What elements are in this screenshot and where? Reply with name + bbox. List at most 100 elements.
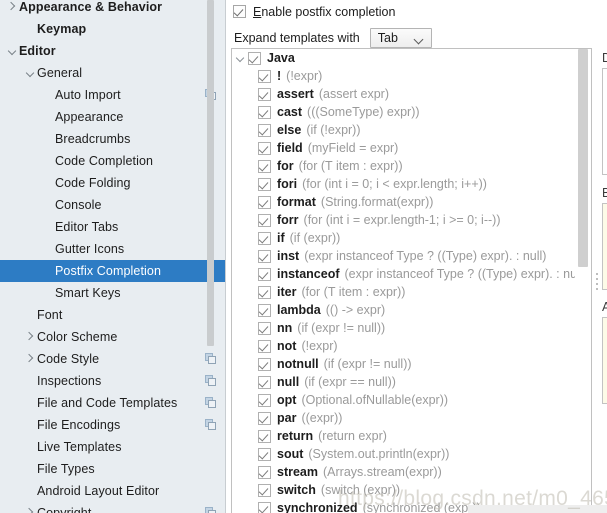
enable-postfix-completion-checkbox[interactable] <box>233 5 246 18</box>
template-row[interactable]: par((expr)) <box>232 409 575 427</box>
sidebar-item-appearance-behavior[interactable]: Appearance & Behavior <box>0 0 226 18</box>
template-checkbox[interactable] <box>258 340 271 353</box>
template-text: synchronized(synchronized (expr)) <box>277 501 481 513</box>
template-row[interactable]: !(!expr) <box>232 67 575 85</box>
template-checkbox[interactable] <box>258 358 271 371</box>
templates-list-scrollbar-thumb[interactable] <box>578 49 588 267</box>
sidebar-item-file-and-code-templates[interactable]: File and Code Templates <box>0 392 226 414</box>
sidebar-item-smart-keys[interactable]: Smart Keys <box>0 282 226 304</box>
chevron-down-icon[interactable] <box>234 49 248 67</box>
template-row[interactable]: format(String.format(expr)) <box>232 193 575 211</box>
sidebar-item-editor-tabs[interactable]: Editor Tabs <box>0 216 226 238</box>
sidebar-item-console[interactable]: Console <box>0 194 226 216</box>
sidebar-item-code-style[interactable]: Code Style <box>0 348 226 370</box>
template-row[interactable]: return(return expr) <box>232 427 575 445</box>
template-checkbox[interactable] <box>258 160 271 173</box>
chevron-down-icon[interactable] <box>24 62 37 84</box>
template-checkbox[interactable] <box>258 412 271 425</box>
settings-category-sidebar[interactable]: Appearance & BehaviorKeymapEditorGeneral… <box>0 0 226 513</box>
template-checkbox[interactable] <box>258 322 271 335</box>
template-row[interactable]: lambda(() -> expr) <box>232 301 575 319</box>
chevron-down-icon[interactable] <box>6 40 19 62</box>
template-checkbox[interactable] <box>258 70 271 83</box>
sidebar-item-color-scheme[interactable]: Color Scheme <box>0 326 226 348</box>
template-row[interactable]: for(for (T item : expr)) <box>232 157 575 175</box>
template-checkbox[interactable] <box>258 106 271 119</box>
splitter-grip[interactable] <box>596 270 599 296</box>
sidebar-item-file-types[interactable]: File Types <box>0 458 226 480</box>
template-row[interactable]: nn(if (expr != null)) <box>232 319 575 337</box>
template-checkbox[interactable] <box>258 250 271 263</box>
sidebar-item-appearance[interactable]: Appearance <box>0 106 226 128</box>
template-checkbox[interactable] <box>258 286 271 299</box>
template-row[interactable]: if(if (expr)) <box>232 229 575 247</box>
sidebar-item-live-templates[interactable]: Live Templates <box>0 436 226 458</box>
template-row[interactable]: instanceof(expr instanceof Type ? ((Type… <box>232 265 575 283</box>
template-checkbox[interactable] <box>258 214 271 227</box>
template-row[interactable]: iter(for (T item : expr)) <box>232 283 575 301</box>
sidebar-scrollbar-thumb[interactable] <box>207 0 214 346</box>
template-row[interactable]: fori(for (int i = 0; i < expr.length; i+… <box>232 175 575 193</box>
template-row[interactable]: notnull(if (expr != null)) <box>232 355 575 373</box>
template-checkbox[interactable] <box>258 88 271 101</box>
sidebar-item-keymap[interactable]: Keymap <box>0 18 226 40</box>
template-checkbox[interactable] <box>258 124 271 137</box>
chevron-right-icon[interactable] <box>24 502 37 513</box>
sidebar-item-font[interactable]: Font <box>0 304 226 326</box>
template-checkbox[interactable] <box>258 430 271 443</box>
enable-postfix-completion-row[interactable]: Enable postfix completion <box>226 0 607 23</box>
template-checkbox[interactable] <box>258 484 271 497</box>
template-row[interactable]: field(myField = expr) <box>232 139 575 157</box>
sidebar-scrollbar-track[interactable] <box>213 0 220 513</box>
template-row[interactable]: sout(System.out.println(expr)) <box>232 445 575 463</box>
sidebar-item-gutter-icons[interactable]: Gutter Icons <box>0 238 226 260</box>
sidebar-item-label: Copyright <box>37 506 91 513</box>
description-textarea[interactable]: Y E t T g <box>602 68 607 175</box>
sidebar-item-breadcrumbs[interactable]: Breadcrumbs <box>0 128 226 150</box>
chevron-right-icon[interactable] <box>24 326 37 348</box>
chevron-right-icon[interactable] <box>24 348 37 370</box>
template-row[interactable]: assert(assert expr) <box>232 85 575 103</box>
template-row[interactable]: else(if (!expr)) <box>232 121 575 139</box>
template-row[interactable]: stream(Arrays.stream(expr)) <box>232 463 575 481</box>
template-checkbox[interactable] <box>248 52 261 65</box>
template-checkbox[interactable] <box>258 394 271 407</box>
after-code-editor[interactable]: 1 <box>602 317 607 404</box>
sidebar-item-postfix-completion[interactable]: Postfix Completion <box>0 260 226 282</box>
sidebar-item-code-folding[interactable]: Code Folding <box>0 172 226 194</box>
expand-key-dropdown[interactable]: Tab <box>370 28 432 48</box>
template-checkbox[interactable] <box>258 178 271 191</box>
sidebar-item-inspections[interactable]: Inspections <box>0 370 226 392</box>
sidebar-item-general[interactable]: General <box>0 62 226 84</box>
template-checkbox[interactable] <box>258 466 271 479</box>
template-row[interactable]: null(if (expr == null)) <box>232 373 575 391</box>
template-row[interactable]: cast(((SomeType) expr)) <box>232 103 575 121</box>
templates-list-scrollbar[interactable] <box>575 48 592 513</box>
sidebar-item-file-encodings[interactable]: File Encodings <box>0 414 226 436</box>
sidebar-item-editor[interactable]: Editor <box>0 40 226 62</box>
template-row[interactable]: not(!expr) <box>232 337 575 355</box>
sidebar-item-copyright[interactable]: Copyright <box>0 502 226 513</box>
sidebar-item-android-layout-editor[interactable]: Android Layout Editor <box>0 480 226 502</box>
template-group-row[interactable]: Java <box>232 49 575 67</box>
template-row[interactable]: opt(Optional.ofNullable(expr)) <box>232 391 575 409</box>
sidebar-item-auto-import[interactable]: Auto Import <box>0 84 226 106</box>
template-checkbox[interactable] <box>258 502 271 513</box>
template-checkbox[interactable] <box>258 448 271 461</box>
templates-list[interactable]: Java!(!expr)assert(assert expr)cast(((So… <box>231 48 575 513</box>
template-row[interactable]: forr(for (int i = expr.length-1; i >= 0;… <box>232 211 575 229</box>
template-checkbox[interactable] <box>258 196 271 209</box>
template-row[interactable]: inst(expr instanceof Type ? ((Type) expr… <box>232 247 575 265</box>
chevron-down-icon <box>413 34 423 44</box>
template-text: stream(Arrays.stream(expr)) <box>277 465 442 479</box>
template-checkbox[interactable] <box>258 304 271 317</box>
template-checkbox[interactable] <box>258 268 271 281</box>
chevron-right-icon[interactable] <box>6 0 19 18</box>
template-checkbox[interactable] <box>258 376 271 389</box>
before-code-editor[interactable]: 12 <box>602 203 607 290</box>
settings-tree[interactable]: Appearance & BehaviorKeymapEditorGeneral… <box>0 0 226 513</box>
sidebar-item-code-completion[interactable]: Code Completion <box>0 150 226 172</box>
template-row[interactable]: switch(switch (expr)) <box>232 481 575 499</box>
template-checkbox[interactable] <box>258 142 271 155</box>
template-checkbox[interactable] <box>258 232 271 245</box>
